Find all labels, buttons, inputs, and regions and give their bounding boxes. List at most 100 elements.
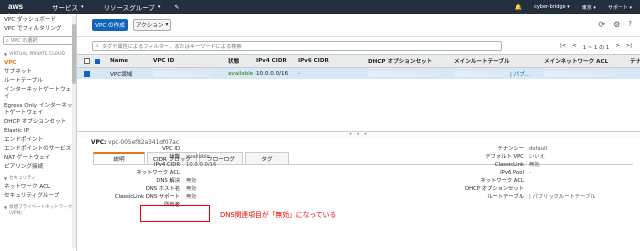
row-checkbox[interactable] (84, 70, 90, 77)
cell-ipv6: - (298, 70, 301, 77)
sidebar-scroll-thumb[interactable] (72, 24, 76, 84)
annotation-text: DNS関連項目が「無効」になっている (220, 211, 337, 219)
sidebar-item-endpoint-services[interactable]: エンドポイントのサービス (0, 145, 76, 154)
section-virtual-private-cloud[interactable]: ▼ VIRTUAL PRIVATE CLOUD (0, 48, 76, 59)
cell-dhcp-redacted (368, 70, 438, 77)
cell-name: VPC領域 (110, 71, 133, 78)
sidebar-item-dashboard[interactable]: VPC ダッシュボード (0, 14, 76, 25)
actions-button[interactable]: アクション ▾ (133, 19, 171, 31)
next-page-icon[interactable]: > (615, 43, 619, 51)
sidebar-item-internet-gateways[interactable]: インターネットゲートウェイ (0, 86, 76, 102)
select-all-checkbox[interactable] (84, 58, 90, 64)
vpc-select[interactable]: ⌕ VPC の選択 (3, 36, 73, 45)
account-menu[interactable]: cyber-bridge ▾ (534, 4, 570, 10)
col-name[interactable]: Name (110, 55, 128, 67)
label-dhcp-options: DHCP オプションセット (464, 186, 524, 192)
label-vpc-id: VPC ID (162, 146, 180, 152)
filter-row: ⌕ タグや属性によるフィルター、またはキーワードによる検索 |< < 1 ~ 1… (77, 36, 640, 54)
col-dhcp[interactable]: DHCP オプションセット (368, 55, 432, 67)
pager-text: 1 ~ 1 の 1 (582, 45, 610, 51)
value-ipv6-pool: - (529, 170, 531, 176)
gear-icon[interactable]: ⚙ (613, 20, 620, 29)
region-menu[interactable]: 東京 ▾ (582, 4, 596, 11)
sidebar-item-egress-gateways[interactable]: Egress Only インターネットゲートウェイ (0, 102, 76, 118)
region-label: 東京 (581, 4, 592, 11)
table-row[interactable]: VPC領域 available 10.0.0.0/16 - | パブ... (77, 68, 640, 79)
sidebar-item-dhcp-options[interactable]: DHCP オプションセット (0, 118, 76, 127)
bell-icon[interactable]: 🔔 (515, 4, 522, 11)
value-classiclink-dns: 無効 (186, 194, 197, 200)
top-navigation: aws サービス ▾ リソースグループ ▾ ✎ 🔔 cyber-bridge ▾ 東… (0, 0, 640, 15)
support-label: サポート (607, 4, 628, 11)
label-ipv4: IPv4 CIDR (154, 162, 180, 168)
col-network-acl[interactable]: メインネットワーク ACL (544, 55, 608, 67)
filter-input[interactable]: ⌕ タグや属性によるフィルター、またはキーワードによる検索 (92, 41, 502, 51)
sidebar-item-route-tables[interactable]: ルートテーブル (0, 77, 76, 86)
section-vpn-label: 仮想プライベートネットワーク (VPN) (9, 205, 73, 216)
chevron-down-icon: ▾ (81, 4, 84, 10)
sidebar-item-subnets[interactable]: サブネット (0, 68, 76, 77)
triangle-down-icon: ▼ (4, 52, 8, 57)
sidebar-item-network-acl[interactable]: ネットワーク ACL (0, 183, 76, 192)
first-page-icon[interactable]: |< (560, 43, 566, 51)
help-icon[interactable]: ? (628, 20, 632, 29)
label-dns-hostnames: DNS ホスト名 (145, 186, 180, 192)
col-tenancy[interactable]: テナ (630, 55, 640, 67)
search-icon: ⌕ (96, 42, 99, 49)
pin-icon[interactable]: ✎ (174, 4, 179, 11)
refresh-icon[interactable]: ⟳ (598, 20, 605, 29)
value-tenancy: default (529, 146, 548, 152)
value-state: available (186, 154, 210, 160)
chevron-down-icon: ▾ (157, 4, 161, 10)
details-pane: VPC: vpc-005ef82a341df07ac 説明 CIDR ブロック … (77, 137, 640, 251)
cell-route-link[interactable]: | パブ... (510, 68, 530, 79)
resource-groups-label: リソースグループ (103, 4, 155, 12)
label-default-vpc: デフォルト VPC (485, 154, 524, 160)
label-route-table: ルートテーブル (487, 194, 524, 200)
cell-ipv4: 10.0.0.0/16 (256, 70, 289, 77)
sidebar-item-endpoints[interactable]: エンドポイント (0, 136, 76, 145)
sidebar-item-nat-gateways[interactable]: NAT ゲートウェイ (0, 154, 76, 163)
pagination: |< < 1 ~ 1 の 1 > >| (560, 43, 632, 51)
sidebar: VPC ダッシュボード VPC でフィルタリング ⌕ VPC の選択 ▼ VIRTU… (0, 14, 77, 251)
sidebar-item-peering[interactable]: ピアリング接続 (0, 163, 76, 172)
sidebar-item-elastic-ip[interactable]: Elastic IP (0, 127, 76, 136)
col-ipv4[interactable]: IPv4 CIDR (256, 55, 287, 67)
triangle-down-icon: ▼ (4, 176, 8, 181)
resource-groups-menu[interactable]: リソースグループ ▾ (104, 2, 161, 12)
col-state[interactable]: 状態 (228, 55, 239, 67)
details-right-column: テナンシー default デフォルト VPC いいえ ClassicLink 無効 … (337, 145, 637, 201)
aws-logo[interactable]: aws (0, 3, 26, 15)
action-bar: VPC の作成 アクション ▾ ⟳ ⚙ ? (77, 14, 640, 36)
services-label: サービス (52, 4, 78, 12)
cell-state: available (228, 70, 254, 77)
details-left-column: VPC ID 状態 available IPv4 CIDR 10.0.0.0/16 … (77, 145, 337, 209)
label-network-acl-left: ネットワーク ACL (136, 170, 180, 176)
label-classiclink: ClassicLink (494, 162, 524, 168)
sidebar-item-vpc[interactable]: VPC (0, 59, 76, 68)
account-label: cyber-bridge (534, 4, 566, 10)
col-route-table[interactable]: メインルートテーブル (454, 55, 510, 67)
col-ipv6[interactable]: IPv6 CIDR (298, 55, 329, 67)
section-vpn[interactable]: ▼ 仮想プライベートネットワーク (VPN) (0, 201, 76, 218)
vpc-select-placeholder: VPC の選択 (10, 38, 38, 44)
prev-page-icon[interactable]: < (572, 43, 576, 51)
create-vpc-button[interactable]: VPC の作成 (92, 19, 128, 31)
value-route-table[interactable]: | パブリックルートテーブル (529, 193, 596, 201)
section-security-label: セキュリティ (9, 176, 36, 181)
value-ipv4: 10.0.0.0/16 (186, 162, 217, 168)
table-header: Name VPC ID 状態 IPv4 CIDR IPv6 CIDR DHCP … (77, 54, 640, 68)
filter-by-vpc-label: VPC でフィルタリング (4, 26, 62, 32)
sidebar-item-security-groups[interactable]: セキュリティグループ (0, 192, 76, 201)
support-menu[interactable]: サポート ▾ (608, 4, 632, 11)
services-menu[interactable]: サービス ▾ (52, 2, 84, 12)
label-tenancy: テナンシー (497, 146, 525, 152)
label-dns-resolution: DNS 解決 (156, 178, 180, 184)
col-vpc-id[interactable]: VPC ID (153, 55, 174, 67)
square-icon (95, 58, 100, 64)
search-icon: ⌕ (6, 37, 9, 44)
section-security[interactable]: ▼ セキュリティ (0, 172, 76, 183)
label-state: 状態 (169, 154, 180, 160)
last-page-icon[interactable]: >| (626, 43, 632, 51)
cell-route-redacted (454, 70, 509, 77)
